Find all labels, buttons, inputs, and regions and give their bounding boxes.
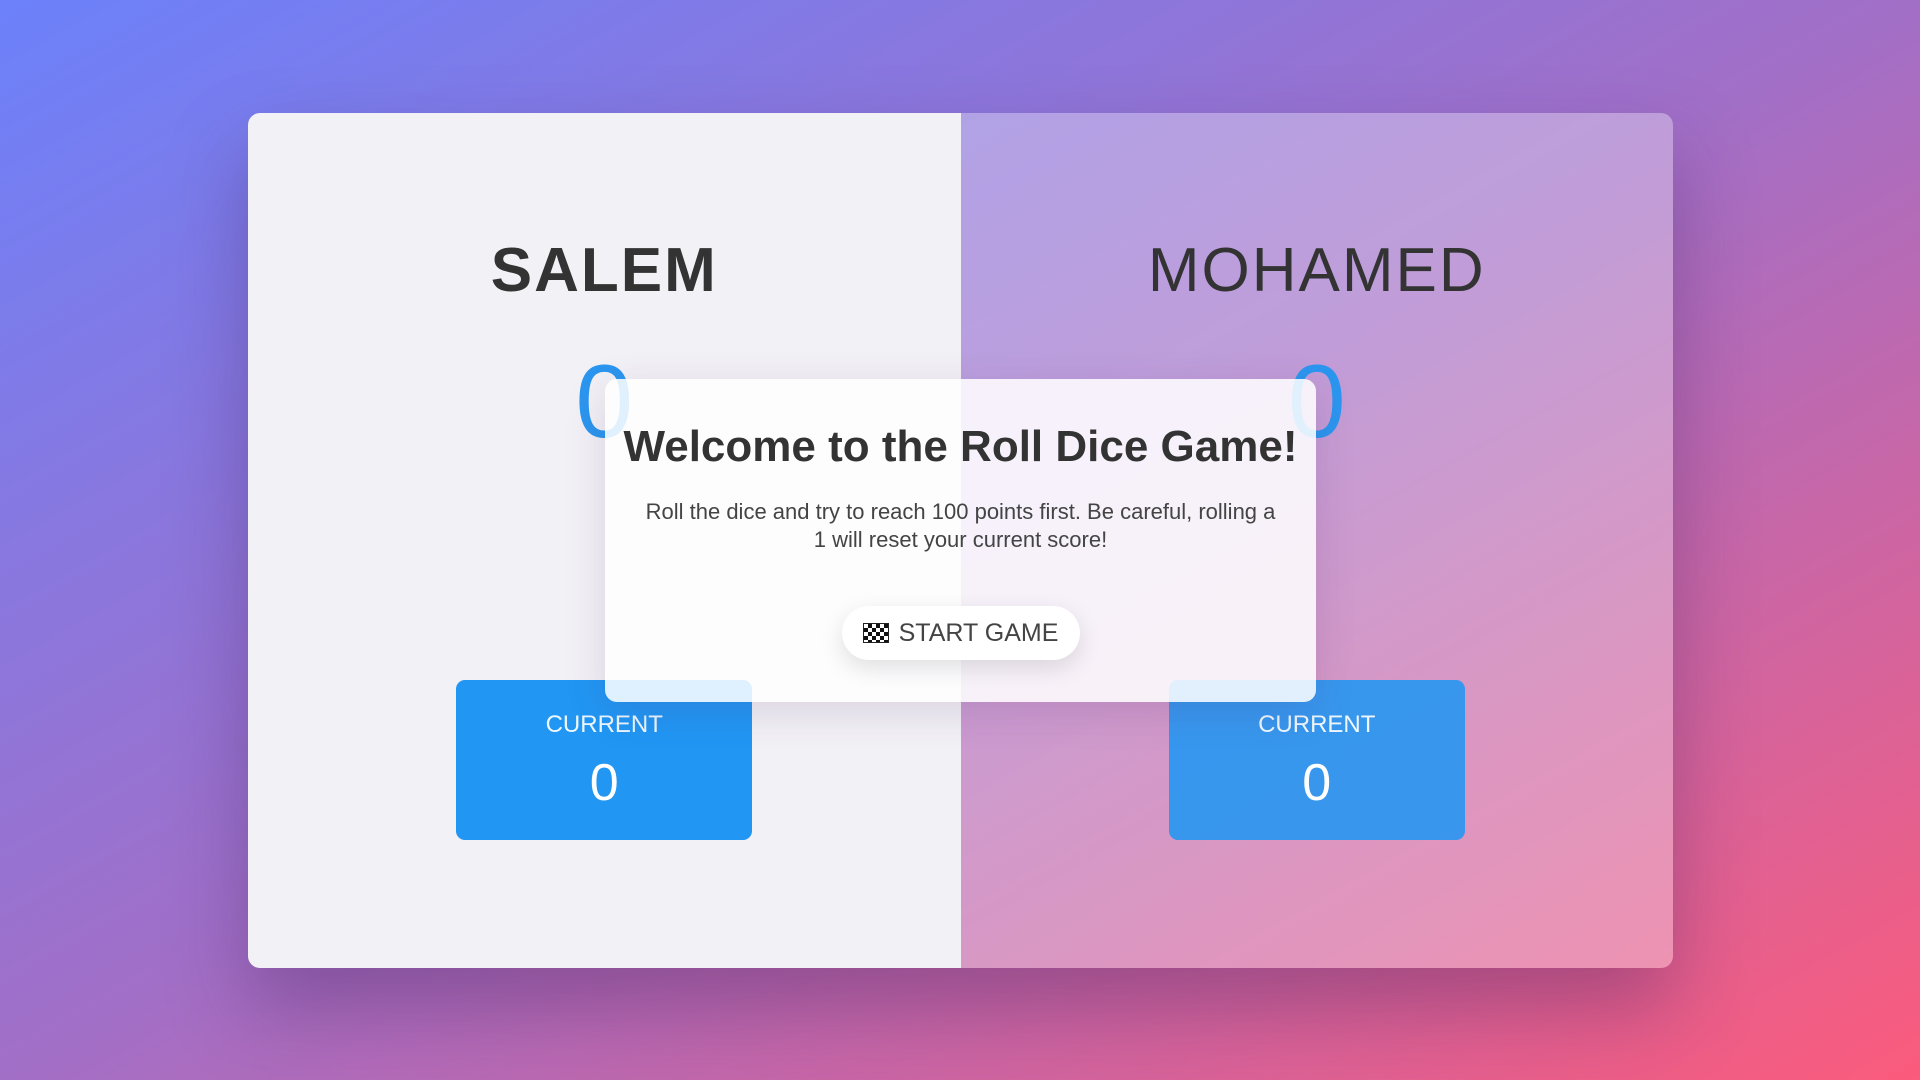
player-1-current-label: CURRENT <box>545 711 663 738</box>
player-1-current-box: CURRENT 0 <box>456 680 753 840</box>
player-1-current-score: 0 <box>589 754 619 812</box>
start-game-button[interactable]: START GAME <box>841 606 1080 660</box>
player-1-name: SALEM <box>490 236 718 305</box>
welcome-title: Welcome to the Roll Dice Game! <box>623 422 1298 471</box>
player-2-current-label: CURRENT <box>1258 711 1376 738</box>
welcome-modal: Welcome to the Roll Dice Game! Roll the … <box>605 379 1316 702</box>
player-2-current-score: 0 <box>1302 754 1332 812</box>
player-2-current-box: CURRENT 0 <box>1168 680 1465 840</box>
player-2-name: MOHAMED <box>1147 236 1486 305</box>
start-game-label: START GAME <box>898 618 1059 647</box>
checkered-flag-icon <box>862 623 889 643</box>
welcome-description: Roll the dice and try to reach 100 point… <box>645 498 1276 553</box>
